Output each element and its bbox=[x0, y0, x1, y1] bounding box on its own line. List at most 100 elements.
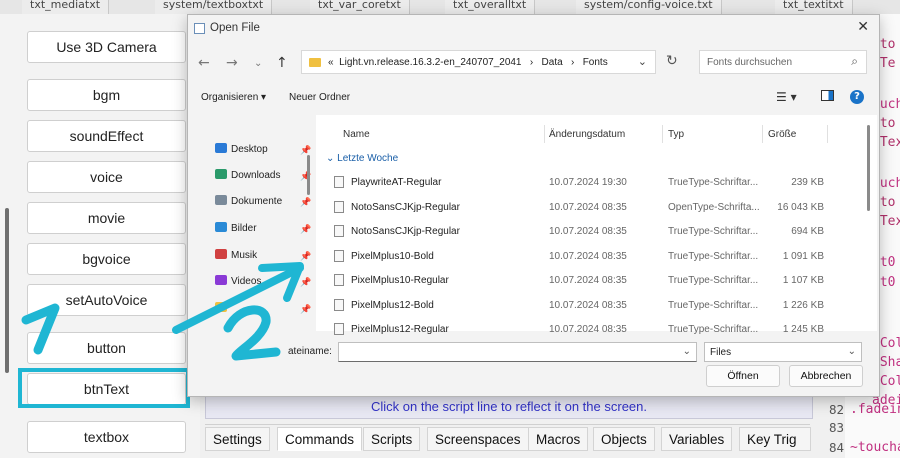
file-row[interactable]: NotoSansCJKjp-Regular 10.07.2024 08:35 Tru… bbox=[316, 219, 856, 243]
pin-icon[interactable]: 📌 bbox=[300, 305, 311, 315]
command-button-button[interactable]: button bbox=[27, 332, 186, 364]
column-separator[interactable] bbox=[827, 125, 828, 143]
editor-tab[interactable]: txt_mediatxt bbox=[22, 0, 110, 14]
commands-scrollbar[interactable] bbox=[5, 208, 9, 373]
breadcrumb-separator: › bbox=[529, 57, 534, 68]
nav-item-pictures[interactable]: Bilder bbox=[215, 219, 257, 239]
file-size: 1 245 KB bbox=[782, 324, 824, 335]
file-name: NotoSansCJKjp-Regular bbox=[351, 226, 460, 237]
file-name: PixelMplus12-Bold bbox=[351, 299, 434, 311]
column-separator[interactable] bbox=[544, 125, 545, 143]
script-hint-bar: Click on the script line to reflect it o… bbox=[205, 395, 813, 419]
cancel-button[interactable]: Abbrechen bbox=[789, 365, 863, 387]
file-row[interactable]: PlaywriteAT-Regular 10.07.2024 19:30 TrueT… bbox=[316, 170, 856, 194]
tab-settings[interactable]: Settings bbox=[205, 427, 270, 451]
line-number: 84 bbox=[829, 440, 845, 455]
tab-macros[interactable]: Macros bbox=[528, 427, 589, 451]
nav-item-folder[interactable] bbox=[215, 299, 231, 319]
up-arrow-icon[interactable]: ↑ bbox=[276, 55, 288, 71]
folder-icon bbox=[215, 302, 227, 312]
picture-icon bbox=[215, 222, 227, 232]
file-type: TrueType-Schriftar... bbox=[668, 250, 759, 262]
file-name: PixelMplus12-Regular bbox=[351, 324, 449, 335]
column-separator[interactable] bbox=[762, 125, 763, 143]
forward-arrow-icon[interactable]: → bbox=[226, 55, 238, 71]
file-row[interactable]: PixelMplus12-Bold 10.07.2024 08:35 TrueTyp… bbox=[316, 293, 856, 317]
breadcrumb-item[interactable]: Light.vn.release.16.3.2-en_240707_2041 bbox=[339, 57, 521, 68]
file-row[interactable]: NotoSansCJKjp-Regular 10.07.2024 08:35 Ope… bbox=[316, 195, 856, 219]
file-size: 239 KB bbox=[791, 177, 824, 188]
column-header-date[interactable]: Änderungsdatum bbox=[549, 129, 625, 140]
file-type-select[interactable]: Files ⌄ bbox=[704, 342, 862, 362]
open-button[interactable]: Öffnen bbox=[706, 365, 780, 387]
editor-tab[interactable]: txt_textitxt bbox=[775, 0, 853, 14]
pin-icon[interactable]: 📌 bbox=[300, 198, 311, 208]
column-header-size[interactable]: Größe bbox=[768, 129, 796, 140]
breadcrumb-overflow[interactable]: « bbox=[328, 57, 334, 68]
help-icon[interactable]: ? bbox=[850, 90, 864, 104]
editor-tab[interactable]: system/textboxtxt bbox=[155, 0, 273, 14]
close-icon[interactable]: ✕ bbox=[857, 19, 869, 35]
command-button-bgm[interactable]: bgm bbox=[27, 79, 186, 111]
download-icon bbox=[215, 169, 227, 179]
breadcrumb-item[interactable]: Fonts bbox=[583, 57, 608, 68]
file-type-value: Files bbox=[710, 347, 732, 358]
tab-objects[interactable]: Objects bbox=[593, 427, 655, 451]
command-button-movie[interactable]: movie bbox=[27, 202, 186, 234]
desktop-icon bbox=[215, 143, 227, 153]
search-input[interactable]: Fonts durchsuchen ⌕ bbox=[699, 50, 867, 74]
editor-tab[interactable]: system/config-voice.txt bbox=[576, 0, 722, 14]
line-number: 82 bbox=[829, 402, 845, 417]
new-folder-button[interactable]: Neuer Ordner bbox=[289, 92, 350, 103]
pin-icon[interactable]: 📌 bbox=[300, 252, 311, 262]
code-line[interactable]: .fadein bbox=[850, 402, 900, 417]
nav-item-videos[interactable]: Videos bbox=[215, 272, 261, 292]
back-arrow-icon[interactable]: ← bbox=[198, 55, 210, 71]
pin-icon[interactable]: 📌 bbox=[300, 278, 311, 288]
file-row[interactable]: PixelMplus12-Regular 10.07.2024 08:35 True… bbox=[316, 317, 856, 341]
group-header[interactable]: ⌄ Letzte Woche bbox=[326, 153, 398, 164]
column-separator[interactable] bbox=[662, 125, 663, 143]
command-button-setautovoice[interactable]: setAutoVoice bbox=[27, 284, 186, 316]
breadcrumb-item[interactable]: Data bbox=[542, 57, 563, 68]
tab-screenspaces[interactable]: Screenspaces bbox=[427, 427, 529, 451]
command-button-textbox[interactable]: textbox bbox=[27, 421, 186, 453]
tab-scripts[interactable]: Scripts bbox=[363, 427, 421, 451]
chevron-down-icon[interactable]: ⌄ bbox=[683, 346, 691, 357]
file-date: 10.07.2024 08:35 bbox=[549, 250, 627, 262]
nav-scrollbar[interactable] bbox=[307, 155, 310, 195]
command-button-soundeffect[interactable]: soundEffect bbox=[27, 120, 186, 152]
command-button-use-3d-camera[interactable]: Use 3D Camera bbox=[27, 31, 186, 63]
file-type: TrueType-Schriftar... bbox=[668, 299, 759, 311]
tab-key-triggers[interactable]: Key Trig bbox=[739, 427, 811, 451]
file-list-scrollbar[interactable] bbox=[867, 125, 870, 211]
nav-item-desktop[interactable]: Desktop bbox=[215, 140, 268, 160]
refresh-icon[interactable]: ↻ bbox=[666, 53, 678, 69]
breadcrumb: « Light.vn.release.16.3.2-en_240707_2041… bbox=[328, 57, 608, 68]
editor-tab[interactable]: txt_overalltxt bbox=[445, 0, 536, 14]
code-line[interactable]: ~toucha bbox=[850, 440, 900, 455]
nav-item-music[interactable]: Musik bbox=[215, 246, 257, 266]
tab-commands[interactable]: Commands bbox=[277, 427, 363, 451]
column-header-name[interactable]: Name bbox=[343, 129, 370, 140]
preview-pane-icon[interactable] bbox=[821, 90, 834, 101]
editor-tab[interactable]: txt_var_coretxt bbox=[310, 0, 410, 14]
tab-variables[interactable]: Variables bbox=[661, 427, 733, 451]
address-bar[interactable]: « Light.vn.release.16.3.2-en_240707_2041… bbox=[301, 50, 656, 74]
font-file-icon bbox=[334, 176, 344, 188]
nav-item-downloads[interactable]: Downloads bbox=[215, 166, 280, 186]
pin-icon[interactable]: 📌 bbox=[300, 225, 311, 235]
chevron-down-icon[interactable]: ⌄ bbox=[254, 58, 262, 69]
chevron-down-icon[interactable]: ⌄ bbox=[638, 55, 647, 68]
file-row[interactable]: PixelMplus10-Bold 10.07.2024 08:35 TrueTyp… bbox=[316, 244, 856, 268]
font-file-icon bbox=[334, 249, 344, 262]
file-name: PlaywriteAT-Regular bbox=[351, 177, 442, 188]
filename-input[interactable]: ⌄ bbox=[338, 342, 697, 362]
column-header-type[interactable]: Typ bbox=[668, 129, 684, 140]
command-button-voice[interactable]: voice bbox=[27, 161, 186, 193]
nav-item-documents[interactable]: Dokumente bbox=[215, 192, 282, 212]
view-options-icon[interactable]: ☰ ▾ bbox=[776, 90, 797, 104]
file-row[interactable]: PixelMplus10-Regular 10.07.2024 08:35 True… bbox=[316, 268, 856, 292]
organize-button[interactable]: Organisieren ▾ bbox=[201, 92, 266, 103]
command-button-bgvoice[interactable]: bgvoice bbox=[27, 243, 186, 275]
